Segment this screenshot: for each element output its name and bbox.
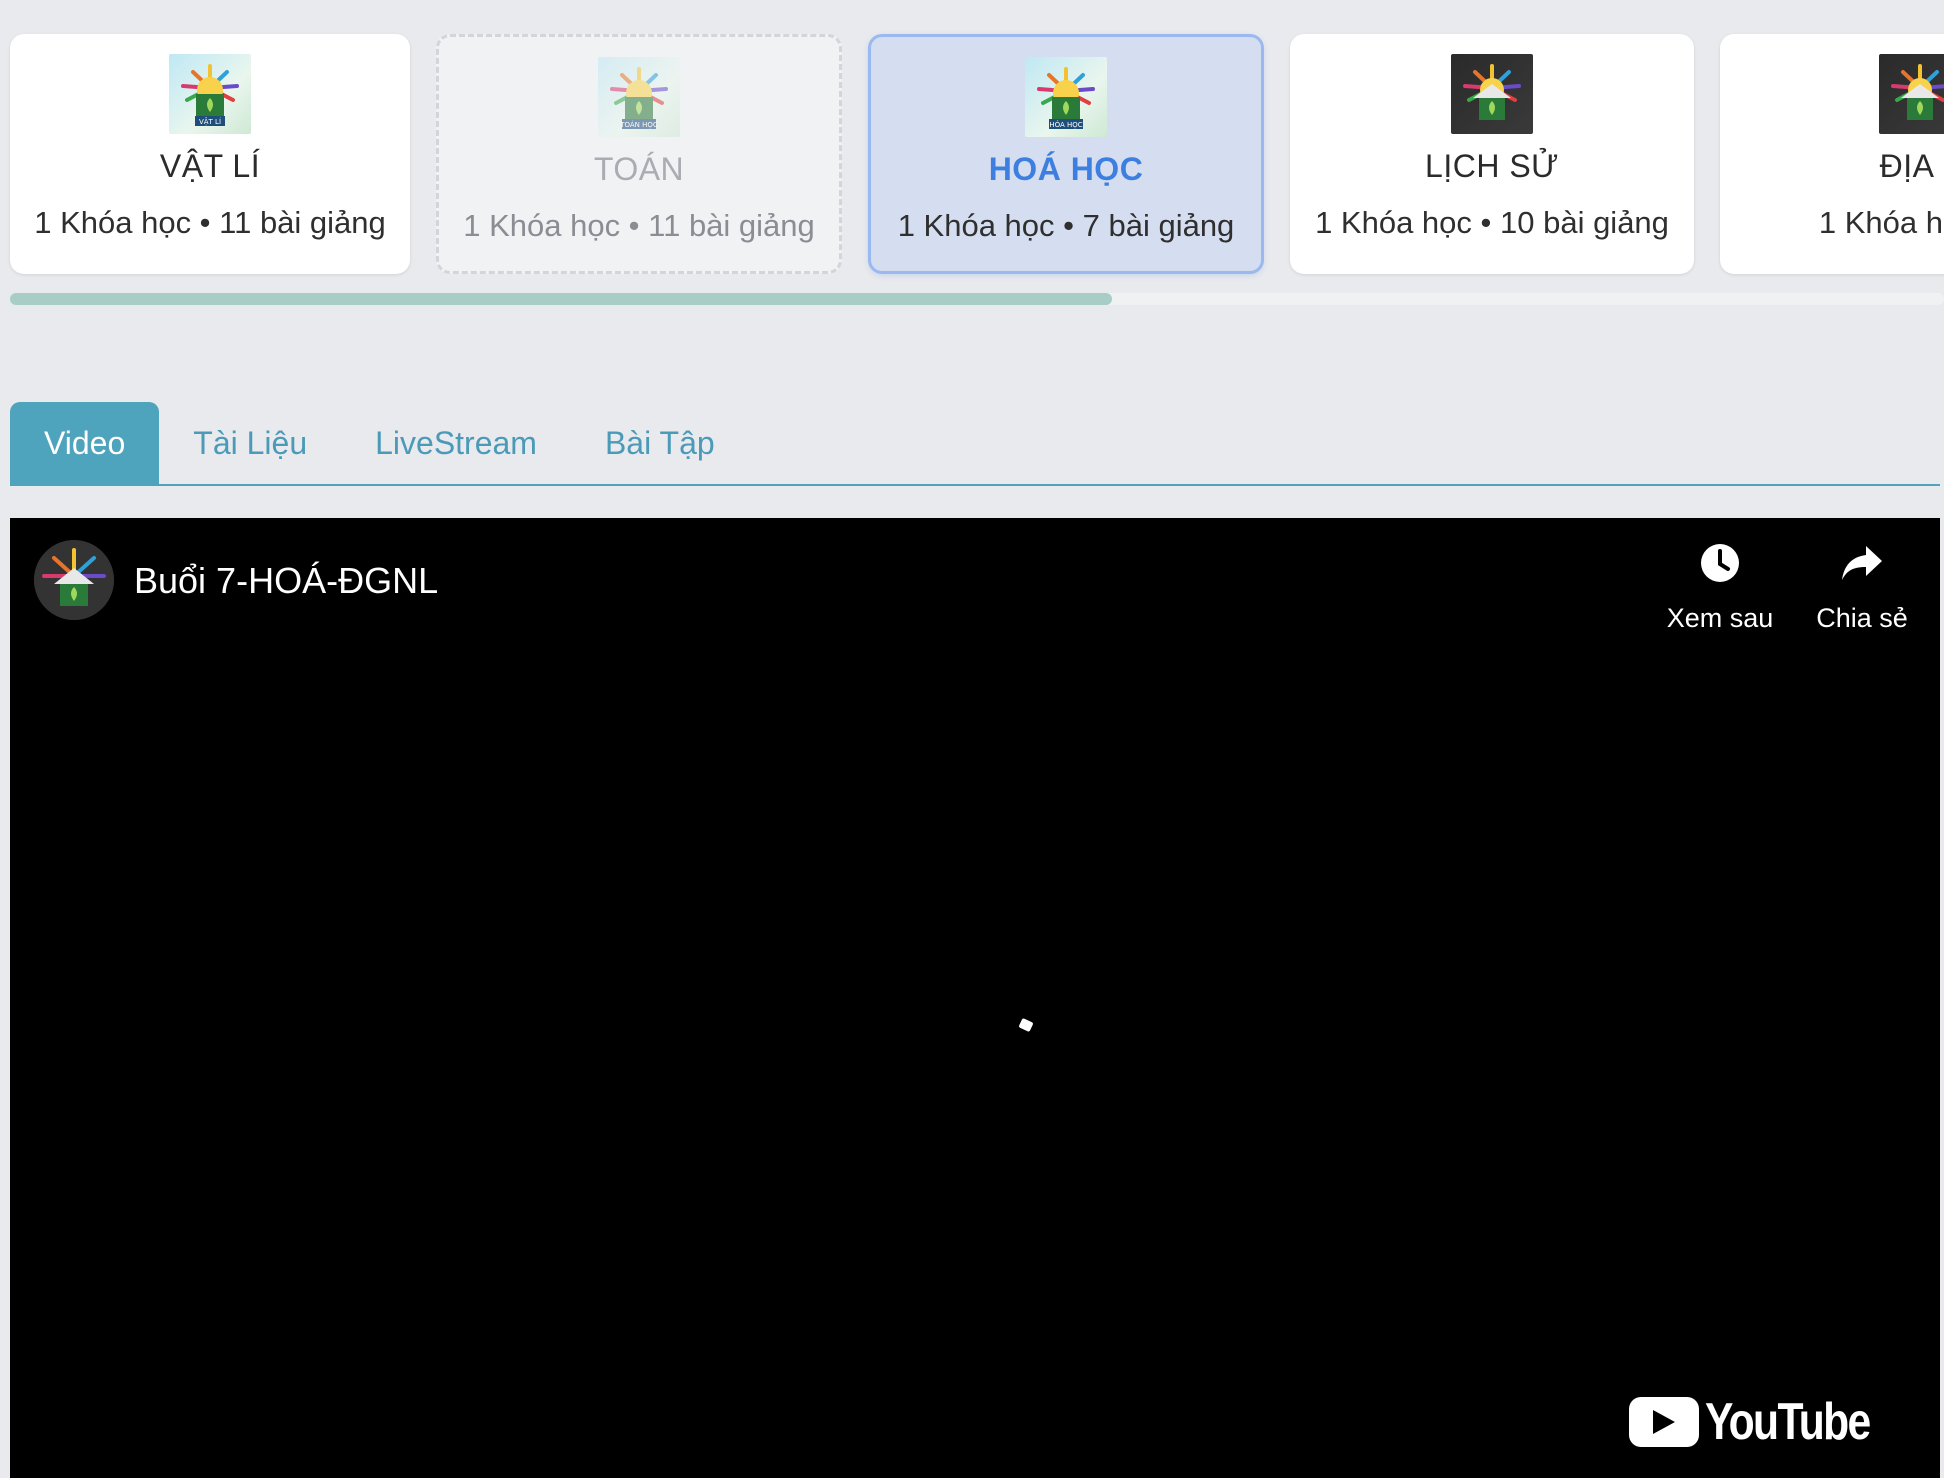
subject-cards-strip: VẬT LÍ VẬT LÍ 1 Khóa học • 11 bài giảng <box>0 0 1944 320</box>
share-button[interactable]: Chia sẻ <box>1792 542 1932 634</box>
thumb-caption: VẬT LÍ <box>199 117 221 126</box>
subject-card-vat-li[interactable]: VẬT LÍ VẬT LÍ 1 Khóa học • 11 bài giảng <box>10 34 410 274</box>
share-label: Chia sẻ <box>1816 603 1908 633</box>
subject-logo-image: HÓA HỌC <box>1025 57 1107 137</box>
tab-bai-tap[interactable]: Bài Tập <box>571 402 749 484</box>
video-player[interactable]: Buổi 7-HOÁ-ĐGNL Xem sau Chia sẻ YouTube <box>10 518 1940 1478</box>
content-tabs: Video Tài Liệu LiveStream Bài Tập <box>10 402 1940 486</box>
subject-name: VẬT LÍ <box>159 148 261 184</box>
channel-avatar[interactable] <box>34 540 114 620</box>
subject-card-hoa-hoc[interactable]: HÓA HỌC HOÁ HỌC 1 Khóa học • 7 bài giảng <box>868 34 1264 274</box>
tab-tai-lieu[interactable]: Tài Liệu <box>159 402 341 484</box>
video-title[interactable]: Buổi 7-HOÁ-ĐGNL <box>134 560 438 602</box>
subject-logo-image <box>1451 54 1533 134</box>
youtube-play-icon <box>1629 1397 1700 1447</box>
tab-video[interactable]: Video <box>10 402 160 484</box>
subject-meta: 1 Khóa học • 11 bài giảng <box>34 205 386 240</box>
subject-logo-image: TOÁN HỌC <box>598 57 680 137</box>
subject-card-dia-li[interactable]: ĐỊA L 1 Khóa học • 6 <box>1720 34 1944 274</box>
page-root: VẬT LÍ VẬT LÍ 1 Khóa học • 11 bài giảng <box>0 0 1944 1478</box>
subject-logo-image: VẬT LÍ <box>169 54 251 134</box>
youtube-wordmark: YouTube <box>1705 1393 1871 1451</box>
subject-name: LỊCH SỬ <box>1425 148 1559 184</box>
subject-logo-image <box>1879 54 1944 134</box>
scrollbar-thumb[interactable] <box>10 293 1112 305</box>
thumb-caption: HÓA HỌC <box>1049 120 1082 129</box>
subject-meta: 1 Khóa học • 6 <box>1818 205 1944 240</box>
loading-spinner <box>1018 1017 1034 1033</box>
clock-icon <box>1699 542 1741 589</box>
subject-meta: 1 Khóa học • 11 bài giảng <box>463 208 815 243</box>
horizontal-scrollbar[interactable] <box>10 293 1944 305</box>
subject-name: TOÁN <box>593 151 685 187</box>
subject-card-lich-su[interactable]: LỊCH SỬ 1 Khóa học • 10 bài giảng <box>1290 34 1694 274</box>
youtube-logo[interactable]: YouTube <box>1629 1392 1906 1452</box>
watch-later-label: Xem sau <box>1666 603 1774 633</box>
subject-card-toan[interactable]: TOÁN HỌC TOÁN 1 Khóa học • 11 bài giảng <box>436 34 842 274</box>
share-arrow-icon <box>1840 542 1884 589</box>
subject-name: ĐỊA L <box>1879 148 1944 184</box>
subject-meta: 1 Khóa học • 7 bài giảng <box>897 208 1235 243</box>
watch-later-button[interactable]: Xem sau <box>1650 542 1790 634</box>
thumb-caption: TOÁN HỌC <box>619 120 658 129</box>
subject-name: HOÁ HỌC <box>988 151 1144 187</box>
tab-livestream[interactable]: LiveStream <box>341 402 571 484</box>
subject-meta: 1 Khóa học • 10 bài giảng <box>1315 205 1669 240</box>
